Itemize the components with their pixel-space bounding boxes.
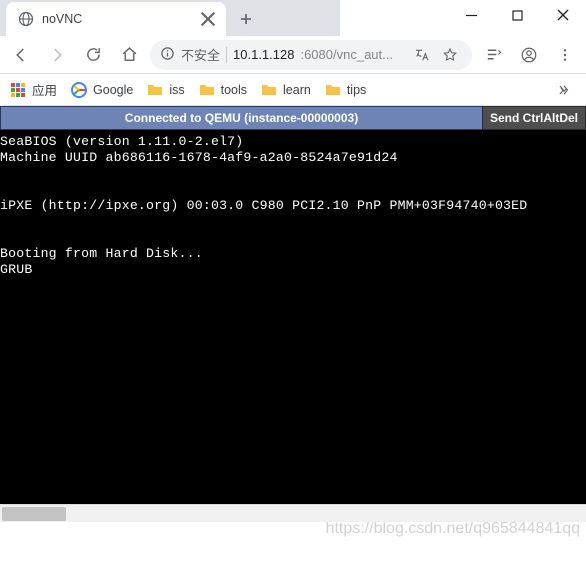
bookmarks-bar: 应用 Google iss tools learn tips xyxy=(0,74,586,106)
url-host: 10.1.1.128 xyxy=(233,47,294,62)
horizontal-scrollbar[interactable] xyxy=(0,504,586,522)
folder-icon xyxy=(261,82,277,98)
profile-icon[interactable] xyxy=(514,40,544,70)
insecure-label: 不安全 xyxy=(181,45,220,64)
bookmark-folder-tools[interactable]: tools xyxy=(199,82,247,98)
apps-shortcut[interactable]: 应用 xyxy=(10,80,57,99)
apps-label: 应用 xyxy=(32,80,57,99)
bookmark-label: Google xyxy=(93,83,133,97)
globe-icon xyxy=(18,11,34,27)
vnc-connection-status: Connected to QEMU (instance-00000003) xyxy=(0,106,482,130)
scrollbar-thumb[interactable] xyxy=(2,507,66,521)
bookmark-folder-learn[interactable]: learn xyxy=(261,82,311,98)
send-ctrlaltdel-button[interactable]: Send CtrlAltDel xyxy=(482,106,586,130)
address-bar[interactable]: 不安全 10.1.1.128 :6080/vnc_aut... xyxy=(150,40,472,70)
new-tab-button[interactable] xyxy=(232,5,260,33)
folder-icon xyxy=(199,82,215,98)
bookmark-google[interactable]: Google xyxy=(71,82,133,98)
bookmark-label: tips xyxy=(347,83,366,97)
apps-icon xyxy=(10,82,26,98)
window-minimize-button[interactable] xyxy=(448,0,494,30)
reload-button[interactable] xyxy=(78,40,108,70)
bookmark-folder-iss[interactable]: iss xyxy=(147,82,184,98)
bookmark-label: learn xyxy=(283,83,311,97)
browser-tab[interactable]: noVNC xyxy=(6,2,226,36)
watermark-text: https://blog.csdn.net/q965844841qq xyxy=(326,520,580,538)
translate-icon[interactable] xyxy=(410,43,434,67)
home-button[interactable] xyxy=(114,40,144,70)
google-icon xyxy=(71,82,87,98)
info-icon[interactable] xyxy=(160,46,175,64)
vnc-status-bar: Connected to QEMU (instance-00000003) Se… xyxy=(0,106,586,130)
bookmark-folder-tips[interactable]: tips xyxy=(325,82,366,98)
tab-close-button[interactable] xyxy=(200,11,216,27)
bookmark-label: tools xyxy=(221,83,247,97)
divider xyxy=(226,47,227,63)
star-icon[interactable] xyxy=(438,43,462,67)
vnc-terminal[interactable]: SeaBIOS (version 1.11.0-2.el7) Machine U… xyxy=(0,130,586,504)
reading-list-icon[interactable] xyxy=(478,40,508,70)
window-maximize-button[interactable] xyxy=(494,0,540,30)
menu-button[interactable] xyxy=(550,40,580,70)
bookmark-label: iss xyxy=(169,83,184,97)
bookmarks-overflow-button[interactable] xyxy=(552,78,576,102)
folder-icon xyxy=(147,82,163,98)
tab-strip: noVNC xyxy=(0,0,340,36)
back-button[interactable] xyxy=(6,40,36,70)
browser-toolbar: 不安全 10.1.1.128 :6080/vnc_aut... xyxy=(0,36,586,74)
tab-title: noVNC xyxy=(42,12,82,26)
window-close-button[interactable] xyxy=(540,0,586,30)
forward-button[interactable] xyxy=(42,40,72,70)
url-path: :6080/vnc_aut... xyxy=(300,47,393,62)
folder-icon xyxy=(325,82,341,98)
